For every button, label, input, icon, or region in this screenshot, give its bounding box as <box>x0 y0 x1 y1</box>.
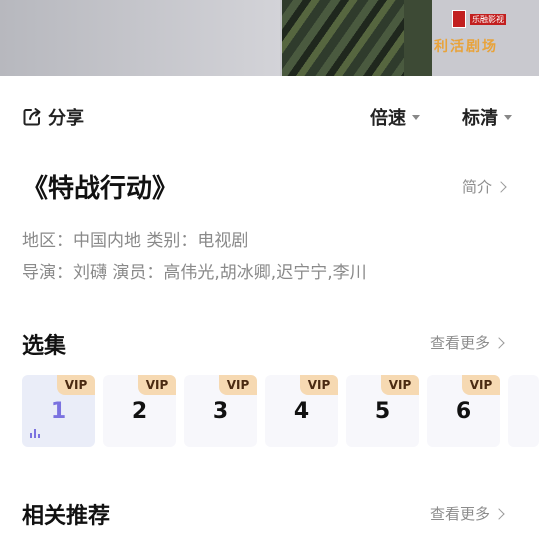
action-bar: 分享 倍速 标清 <box>0 76 539 156</box>
caret-down-icon <box>412 114 420 120</box>
quality-dropdown[interactable]: 标清 <box>462 104 512 130</box>
episodes-more-link[interactable]: 查看更多 <box>430 332 505 353</box>
episode-item[interactable]: VIP 5 <box>346 375 419 447</box>
vip-badge: VIP <box>138 375 176 395</box>
vip-badge: VIP <box>462 375 500 395</box>
episode-item-partial[interactable] <box>508 375 539 447</box>
show-meta-region: 地区：中国内地 类别：电视剧 <box>22 231 249 251</box>
more-label: 查看更多 <box>430 505 491 523</box>
recommend-title: 相关推荐 <box>22 504 111 529</box>
watermark-logo-icon <box>452 10 466 28</box>
vip-badge: VIP <box>300 375 338 395</box>
chevron-right-icon <box>495 180 507 193</box>
caret-down-icon <box>504 114 512 120</box>
watermark-logo: 乐融影视 <box>452 10 508 34</box>
episode-number: 2 <box>131 399 148 424</box>
episode-number: 1 <box>50 399 67 424</box>
episode-item[interactable]: VIP 2 <box>103 375 176 447</box>
chevron-right-icon <box>493 336 505 349</box>
recommend-more-link[interactable]: 查看更多 <box>430 503 505 524</box>
watermark-logo-text: 乐融影视 <box>470 14 506 25</box>
show-meta-cast: 导演：刘礴 演员：高伟光,胡冰卿,迟宁宁,李川 <box>22 263 367 283</box>
video-background <box>0 0 280 76</box>
speed-label: 倍速 <box>370 108 406 129</box>
more-label: 查看更多 <box>430 334 491 352</box>
quality-label: 标清 <box>462 108 498 129</box>
watermark-text: 利活剧场 <box>434 39 498 55</box>
vip-badge: VIP <box>57 375 95 395</box>
episode-number: 3 <box>212 399 229 424</box>
speed-dropdown[interactable]: 倍速 <box>370 104 420 130</box>
share-icon <box>23 108 41 126</box>
episode-number: 5 <box>374 399 391 424</box>
vip-badge: VIP <box>381 375 419 395</box>
vip-badge: VIP <box>219 375 257 395</box>
video-figure-arm <box>404 0 432 76</box>
episode-number: 4 <box>293 399 310 424</box>
share-button[interactable]: 分享 <box>22 104 84 130</box>
episode-item[interactable]: VIP 1 <box>22 375 95 447</box>
video-player[interactable]: 乐融影视 利活剧场 <box>0 0 539 76</box>
episode-item[interactable]: VIP 6 <box>427 375 500 447</box>
chevron-right-icon <box>493 507 505 520</box>
episode-number: 6 <box>455 399 472 424</box>
share-label: 分享 <box>48 108 84 129</box>
playing-bars-icon <box>30 429 40 438</box>
intro-link[interactable]: 简介 <box>462 176 507 197</box>
episode-list: VIP 1 VIP 2 VIP 3 VIP 4 VIP 5 VIP 6 <box>22 375 539 449</box>
episodes-title: 选集 <box>22 334 67 359</box>
show-title: 《特战行动》 <box>22 174 179 204</box>
intro-label: 简介 <box>462 178 493 196</box>
video-figure-camouflage <box>282 0 422 76</box>
episode-item[interactable]: VIP 3 <box>184 375 257 447</box>
episode-item[interactable]: VIP 4 <box>265 375 338 447</box>
